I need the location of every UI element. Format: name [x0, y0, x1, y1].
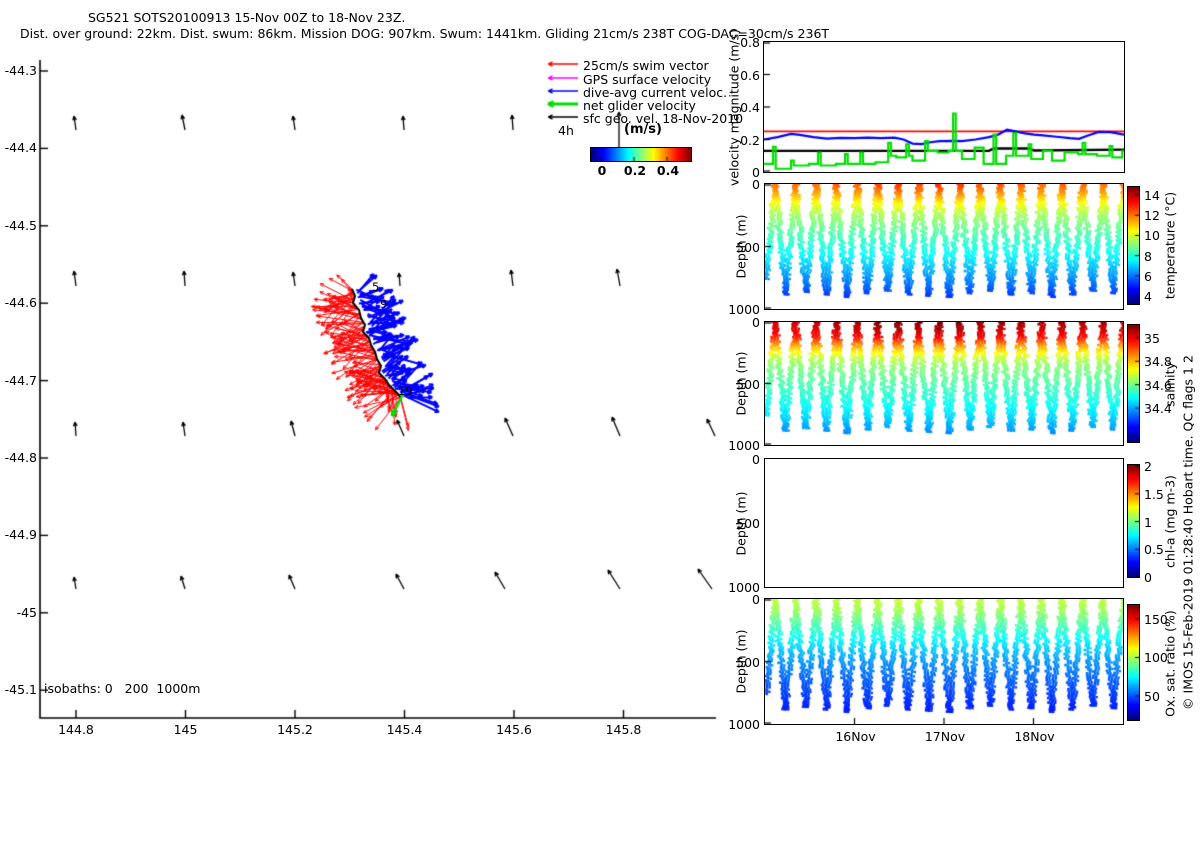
- salinity-colorbar-gradient: [1128, 325, 1139, 442]
- dive-number-label: 5: [372, 280, 380, 294]
- depth-ytick-label: 1000: [728, 717, 760, 732]
- velocity-ytick-label: 0.8: [740, 35, 760, 50]
- map-lat-tick-label: -45.1: [4, 682, 37, 698]
- map-lat-tick-label: -44.4: [4, 140, 37, 156]
- legend-scale-time-label: 4h: [558, 123, 574, 138]
- depth-ytick-label: 1000: [728, 438, 760, 453]
- colorbar-tick-label: 6: [1144, 268, 1152, 284]
- map-lon-tick-label: 145: [173, 722, 198, 737]
- map-lon-tick-label: 144.8: [58, 722, 94, 737]
- oxygen-panel: [764, 598, 1124, 725]
- dive-number-label: 19: [398, 384, 413, 398]
- velocity-ytick-label: 0.4: [740, 100, 760, 115]
- colorbar-tick-label: 8: [1144, 248, 1152, 264]
- velocity-plot-canvas: [764, 42, 1124, 172]
- colorbar-tick-label: 2: [1144, 459, 1152, 475]
- chla-panel: [764, 458, 1124, 588]
- colorbar-tick-label: 12: [1144, 208, 1160, 224]
- legend-velocity-colorbar: [590, 147, 692, 162]
- depth-ytick-label: 500: [736, 516, 760, 531]
- colorbar-tick-label: 150: [1144, 612, 1168, 627]
- legend-label-swim-vector: 25cm/s swim vector: [583, 58, 709, 73]
- time-xtick-label: 16Nov: [835, 729, 876, 744]
- temperature-plot-canvas: [765, 184, 1123, 309]
- depth-ytick-label: 0: [752, 315, 760, 330]
- velocity-panel: [763, 41, 1125, 173]
- colorbar-tick-label: 35: [1144, 330, 1160, 346]
- map-lon-tick-label: 145.8: [605, 722, 642, 737]
- velocity-ytick-label: 0.6: [740, 67, 760, 83]
- salinity-plot-canvas: [765, 322, 1123, 445]
- depth-ytick-label: 0: [752, 452, 760, 467]
- temperature-panel: [764, 183, 1124, 310]
- map-lat-tick-label: -44.6: [4, 295, 37, 311]
- colorbar-tick-label: 4: [1144, 288, 1152, 304]
- chla-colorbar: [1127, 464, 1140, 578]
- time-xtick-label: 17Nov: [924, 729, 966, 744]
- map-lon-tick-label: 145.4: [386, 722, 423, 737]
- colorbar-tick-label: 10: [1144, 228, 1160, 244]
- temperature-colorbar-gradient: [1128, 187, 1139, 304]
- depth-ytick-label: 500: [736, 376, 760, 392]
- temperature-colorbar: [1127, 186, 1140, 305]
- colorbar-tick-label: 0: [1144, 570, 1152, 585]
- depth-ytick-label: 0: [752, 592, 760, 607]
- salinity-panel: [764, 321, 1124, 446]
- colorbar-tick-label: 34.4: [1144, 401, 1172, 417]
- map-lon-tick-label: 145.6: [496, 722, 532, 737]
- depth-ytick-label: 500: [736, 654, 760, 670]
- time-xtick-label: 18Nov: [1014, 729, 1055, 744]
- chla-colorbar-gradient: [1128, 465, 1139, 577]
- map-lat-tick-label: -44.7: [4, 372, 37, 388]
- colorbar-tick-label: 1.5: [1144, 486, 1164, 502]
- map-lat-tick-label: -44.8: [4, 450, 37, 465]
- colorbar-tick-label: 1: [1144, 514, 1152, 530]
- dive-number-label: 9: [380, 297, 388, 311]
- colorbar-tick-label: 14: [1144, 188, 1160, 204]
- colorbar-tick-label: 34.6: [1144, 377, 1172, 393]
- legend-colorbar-gradient: [591, 148, 691, 161]
- salinity-colorbar: [1127, 324, 1140, 443]
- oxygen-colorbar: [1127, 604, 1140, 721]
- map-lon-tick-label: 145.2: [277, 722, 313, 737]
- legend-colorbar-tick-label: 0.4: [656, 163, 680, 178]
- colorbar-tick-label: 50: [1144, 688, 1160, 704]
- legend-scale-unit-label: (m/s): [624, 122, 662, 137]
- map-lat-tick-label: -44.3: [4, 63, 37, 78]
- imos-watermark: © IMOS 15-Feb-2019 01:28:40 Hobart time.…: [1180, 355, 1196, 710]
- depth-ytick-label: 500: [736, 239, 760, 255]
- isobaths-note: isobaths: 0 200 1000m: [44, 681, 201, 696]
- map-lat-tick-label: -44.9: [4, 527, 37, 543]
- velocity-ytick-label: 0.2: [740, 132, 760, 148]
- map-lat-tick-label: -45: [16, 604, 37, 620]
- oxygen-colorbar-gradient: [1128, 605, 1139, 720]
- depth-ytick-label: 0: [752, 177, 760, 192]
- oxygen-plot-canvas: [765, 599, 1123, 724]
- colorbar-tick-label: 34.8: [1144, 354, 1172, 370]
- seaglider-mission-figure: { "title": { "line1": "SG521 SOTS2010091…: [0, 0, 1200, 750]
- colorbar-tick-label: 0.5: [1144, 542, 1164, 558]
- map-lat-tick-label: -44.5: [4, 217, 37, 233]
- colorbar-tick-label: 100: [1144, 650, 1168, 666]
